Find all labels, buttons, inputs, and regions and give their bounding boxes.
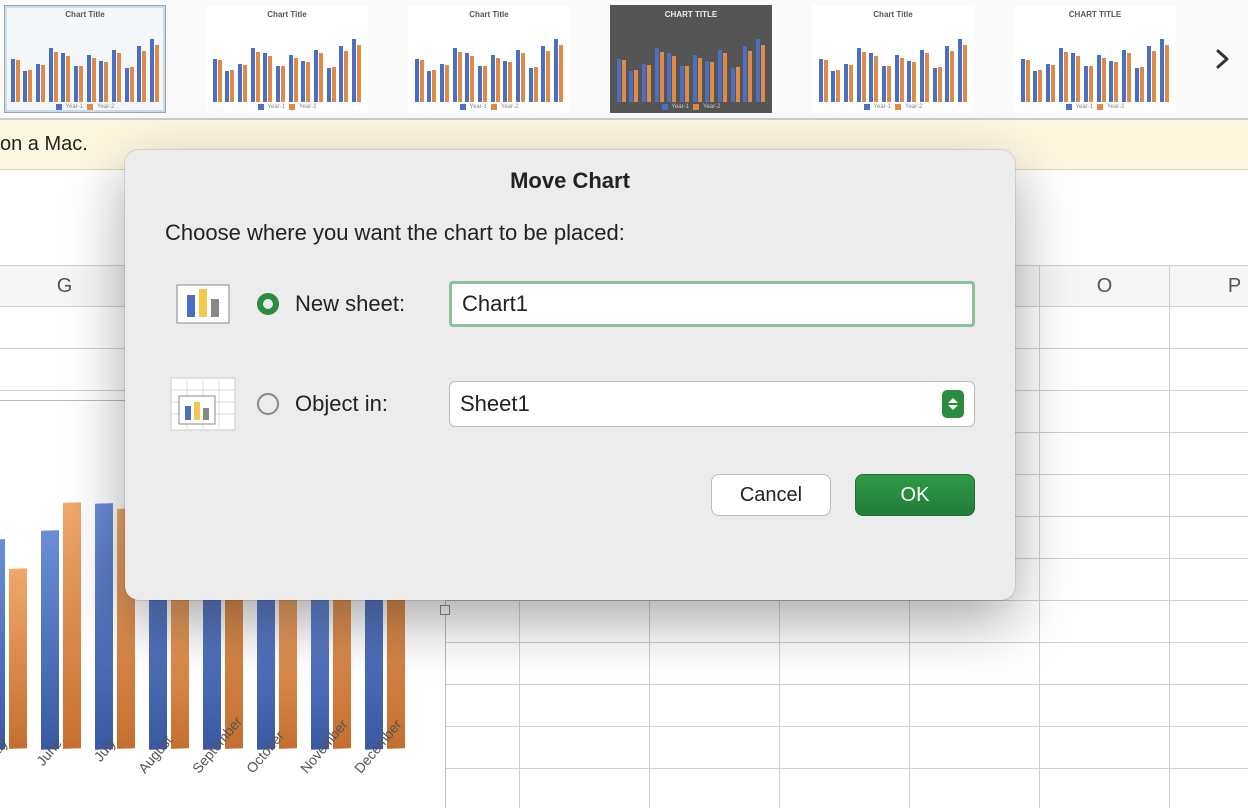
combo-stepper-icon[interactable] (942, 390, 964, 418)
thumb-legend: Year-1 Year-2 (56, 104, 115, 110)
new-sheet-name-input[interactable] (449, 281, 975, 327)
col-header[interactable]: P (1170, 266, 1248, 306)
col-header[interactable]: G (0, 266, 130, 306)
move-chart-dialog: Move Chart Choose where you want the cha… (125, 150, 1015, 600)
dialog-buttons: Cancel OK (125, 474, 1015, 540)
thumb-bars (1017, 21, 1173, 102)
radio-object-in[interactable] (257, 393, 279, 415)
thumb-legend: Year-1 Year-2 (662, 104, 721, 110)
dialog-body: Choose where you want the chart to be pl… (125, 204, 1015, 434)
ok-button[interactable]: OK (855, 474, 975, 516)
option-new-sheet-row: New sheet: (165, 274, 975, 334)
new-sheet-label: New sheet: (295, 291, 433, 317)
chart-axis-labels: MayJuneJulyAugustSeptemberOctoberNovembe… (0, 749, 435, 808)
thumb-title: Chart Title (469, 10, 508, 19)
resize-handle-right[interactable] (440, 605, 450, 615)
object-in-label: Object in: (295, 391, 433, 417)
chart-style-gallery: Chart Title Year-1 Year-2 Chart Title Ye… (0, 0, 1248, 120)
object-in-value: Sheet1 (460, 391, 530, 417)
chart-style-thumb-2[interactable]: Chart Title Year-1 Year-2 (206, 5, 368, 113)
thumb-title: CHART TITLE (665, 10, 717, 19)
thumb-bars (815, 21, 971, 102)
info-bar-text: on a Mac. (0, 133, 88, 156)
chart-style-thumb-6[interactable]: CHART TITLE Year-1 Year-2 (1014, 5, 1176, 113)
thumb-title: CHART TITLE (1069, 10, 1121, 19)
thumb-legend: Year-1 Year-2 (258, 104, 317, 110)
thumb-legend: Year-1 Year-2 (1066, 104, 1125, 110)
radio-new-sheet[interactable] (257, 293, 279, 315)
dialog-title: Move Chart (125, 150, 1015, 204)
object-in-combo[interactable]: Sheet1 (449, 381, 975, 427)
col-header[interactable]: O (1040, 266, 1170, 306)
thumb-bars (7, 21, 163, 102)
thumb-bars (411, 21, 567, 102)
thumb-legend: Year-1 Year-2 (864, 104, 923, 110)
chart-style-thumb-1[interactable]: Chart Title Year-1 Year-2 (4, 5, 166, 113)
chart-style-thumb-4[interactable]: CHART TITLE Year-1 Year-2 (610, 5, 772, 113)
gallery-scroll-right-icon[interactable] (1206, 43, 1240, 75)
thumb-title: Chart Title (267, 10, 306, 19)
new-sheet-icon (165, 274, 241, 334)
thumb-bars (209, 21, 365, 102)
dialog-prompt: Choose where you want the chart to be pl… (165, 220, 975, 246)
thumb-title: Chart Title (873, 10, 912, 19)
thumb-bars (613, 21, 769, 102)
thumb-legend: Year-1 Year-2 (460, 104, 519, 110)
cancel-button[interactable]: Cancel (711, 474, 831, 516)
object-in-icon (165, 374, 241, 434)
option-object-in-row: Object in: Sheet1 (165, 374, 975, 434)
thumb-title: Chart Title (65, 10, 104, 19)
chart-style-thumb-5[interactable]: Chart Title Year-1 Year-2 (812, 5, 974, 113)
chart-style-thumb-3[interactable]: Chart Title Year-1 Year-2 (408, 5, 570, 113)
